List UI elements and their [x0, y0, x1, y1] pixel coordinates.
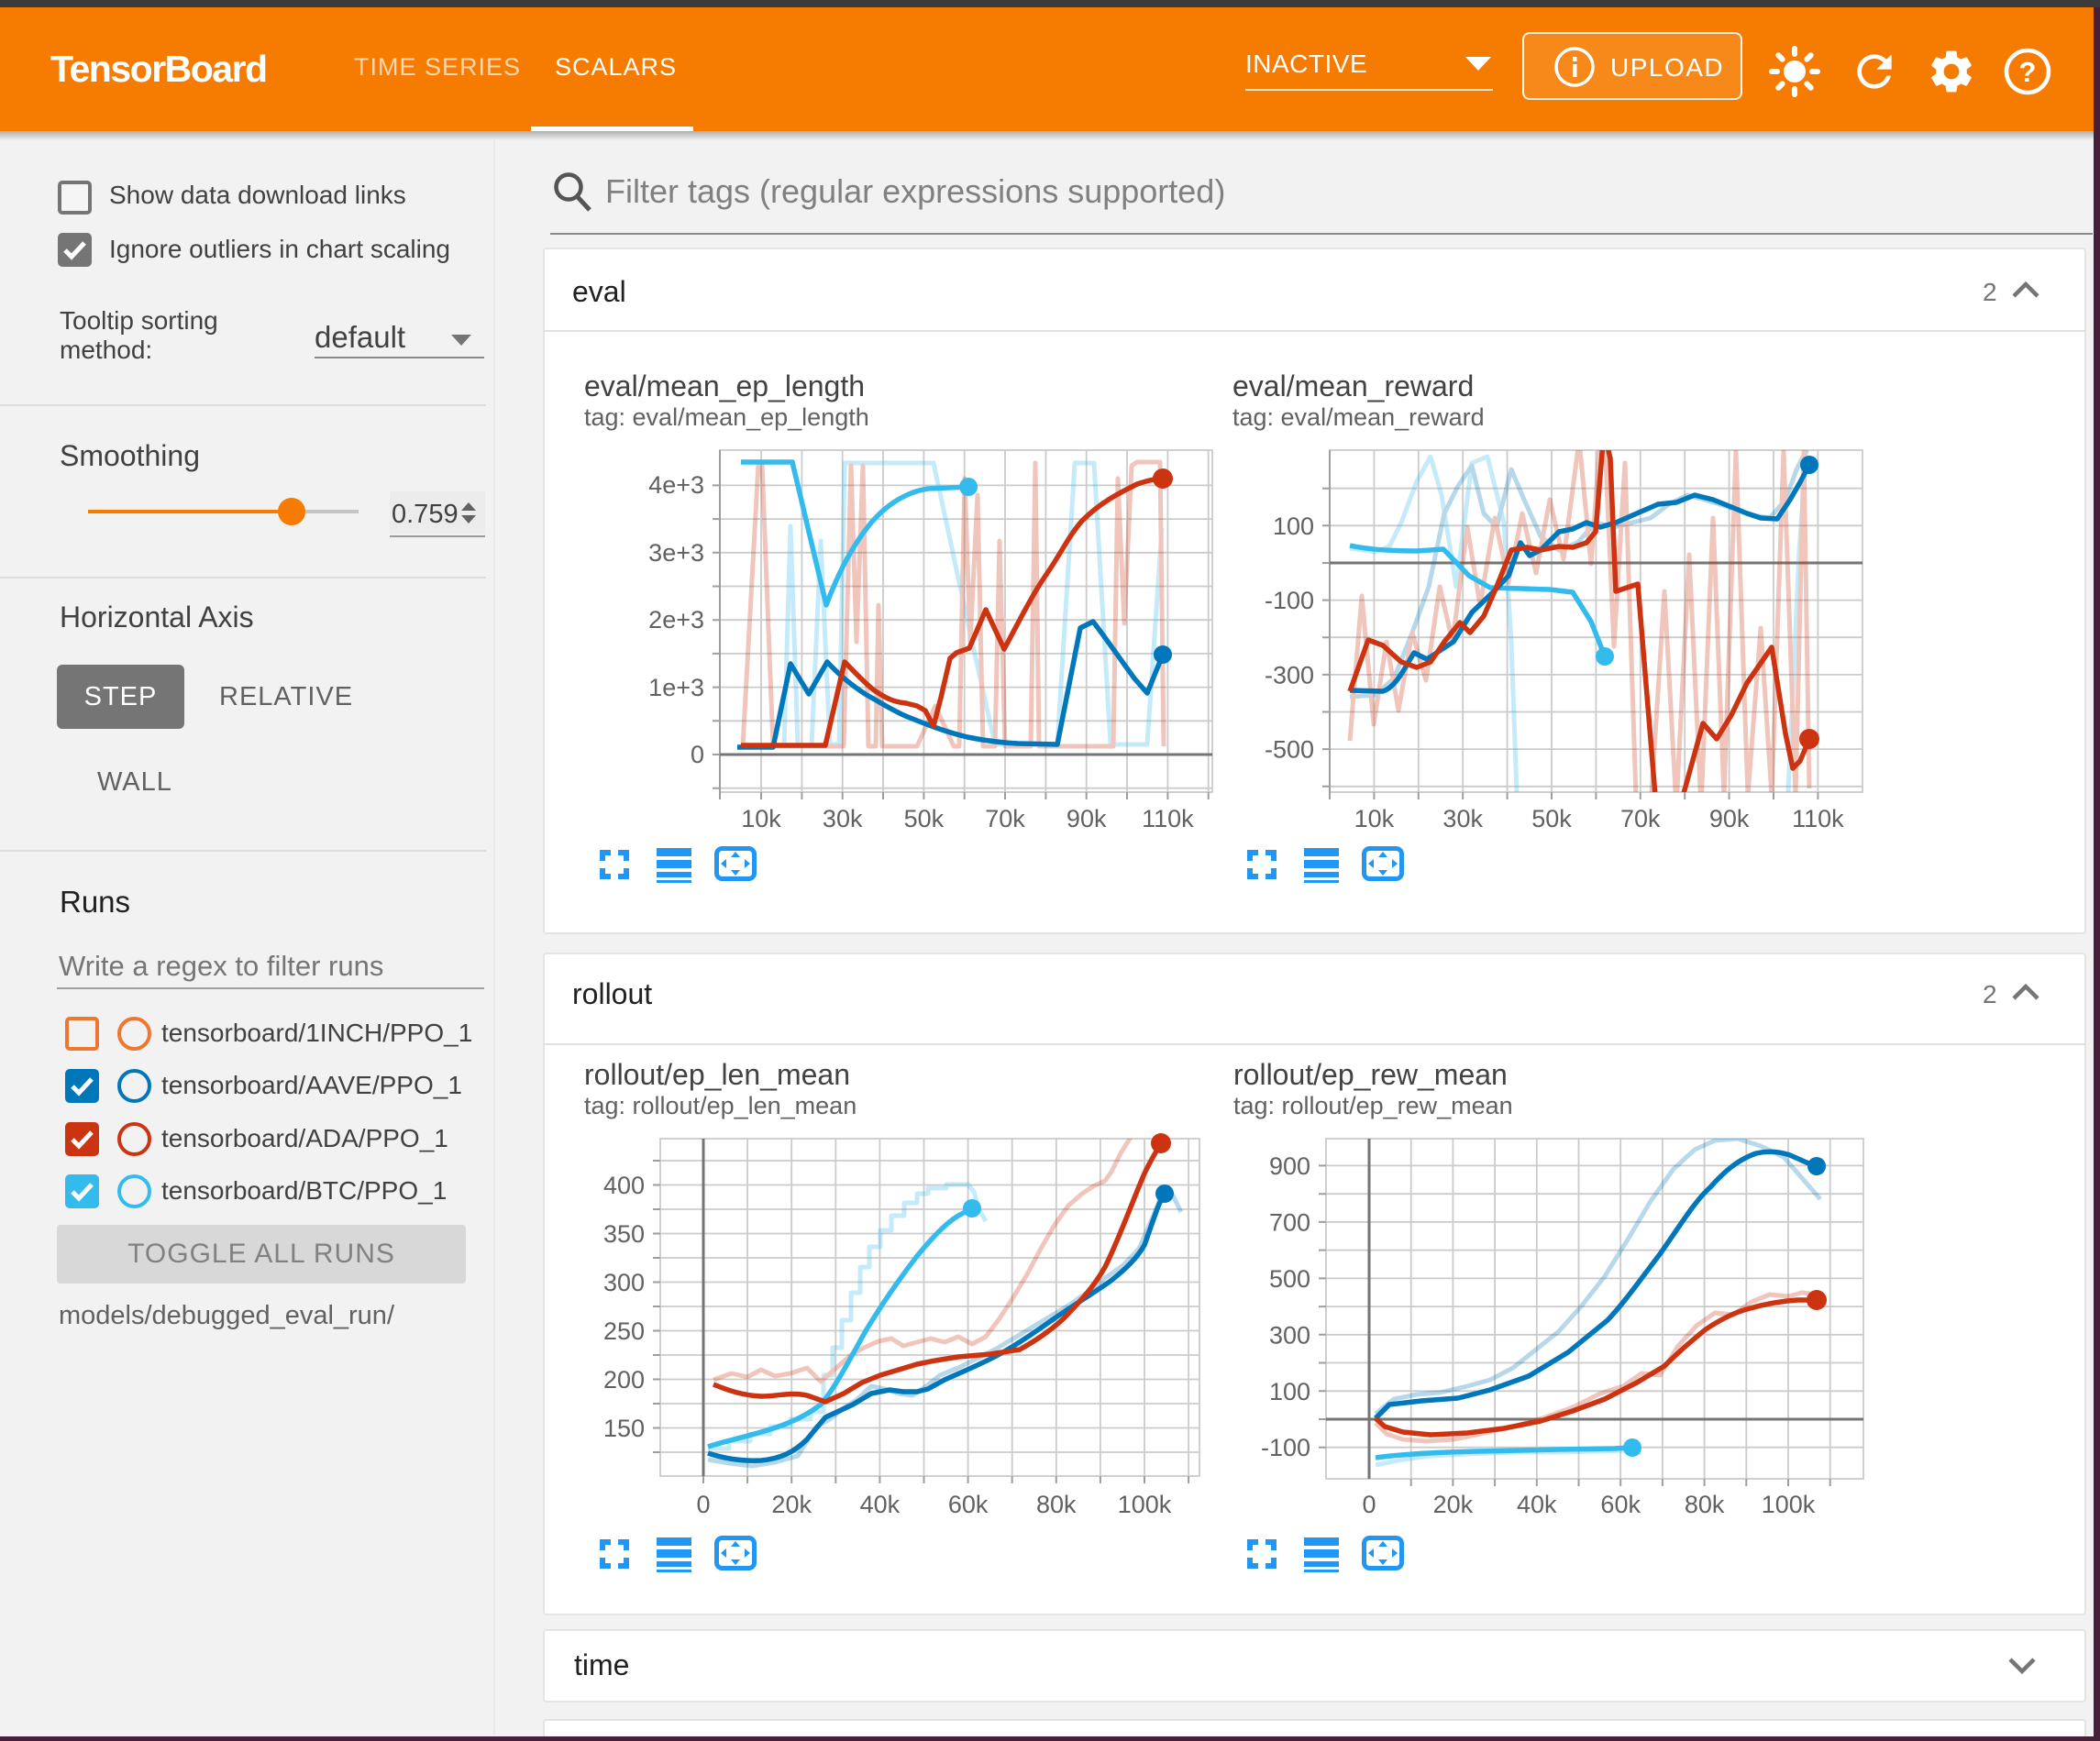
svg-text:40k: 40k: [860, 1491, 901, 1518]
svg-text:-100: -100: [1261, 1434, 1310, 1461]
svg-text:80k: 80k: [1036, 1491, 1077, 1518]
svg-text:70k: 70k: [985, 805, 1025, 832]
svg-text:90k: 90k: [1067, 805, 1107, 832]
svg-text:300: 300: [1269, 1321, 1310, 1349]
svg-text:0: 0: [1362, 1491, 1376, 1518]
svg-text:-300: -300: [1265, 661, 1314, 689]
svg-text:4e+3: 4e+3: [648, 471, 704, 499]
svg-text:rollout/ep_len_mean: rollout/ep_len_mean: [584, 1058, 850, 1091]
svg-text:20k: 20k: [1433, 1491, 1474, 1518]
svg-text:60k: 60k: [1600, 1491, 1641, 1518]
svg-text:2e+3: 2e+3: [648, 606, 704, 634]
svg-text:100: 100: [1273, 512, 1314, 540]
svg-text:?: ?: [2019, 56, 2037, 88]
svg-text:900: 900: [1269, 1152, 1310, 1180]
svg-text:3e+3: 3e+3: [648, 539, 704, 567]
svg-text:20k: 20k: [771, 1491, 812, 1518]
svg-text:rollout/ep_rew_mean: rollout/ep_rew_mean: [1233, 1058, 1508, 1091]
svg-text:30k: 30k: [823, 805, 863, 832]
svg-text:30k: 30k: [1442, 805, 1483, 832]
svg-text:50k: 50k: [1531, 805, 1572, 832]
svg-text:tag: eval/mean_reward: tag: eval/mean_reward: [1232, 403, 1485, 431]
svg-text:110k: 110k: [1792, 805, 1844, 832]
svg-text:50k: 50k: [904, 805, 945, 832]
svg-text:60k: 60k: [948, 1491, 989, 1518]
svg-text:tag: rollout/ep_rew_mean: tag: rollout/ep_rew_mean: [1233, 1092, 1513, 1119]
svg-text:1e+3: 1e+3: [648, 674, 704, 701]
svg-text:tag: rollout/ep_len_mean: tag: rollout/ep_len_mean: [584, 1092, 857, 1119]
svg-text:80k: 80k: [1685, 1491, 1725, 1518]
svg-text:700: 700: [1269, 1208, 1310, 1236]
svg-text:150: 150: [603, 1415, 645, 1442]
svg-text:400: 400: [603, 1172, 645, 1199]
svg-text:100k: 100k: [1118, 1491, 1172, 1518]
svg-text:300: 300: [603, 1269, 645, 1296]
svg-text:110k: 110k: [1142, 805, 1194, 832]
svg-text:-100: -100: [1265, 587, 1314, 614]
svg-text:70k: 70k: [1620, 805, 1661, 832]
svg-text:0: 0: [696, 1491, 710, 1518]
svg-text:eval/mean_reward: eval/mean_reward: [1232, 369, 1474, 402]
svg-text:250: 250: [603, 1317, 645, 1345]
svg-text:10k: 10k: [741, 805, 781, 832]
svg-text:100k: 100k: [1762, 1491, 1816, 1518]
svg-text:500: 500: [1269, 1265, 1310, 1293]
svg-text:90k: 90k: [1709, 805, 1750, 832]
svg-text:eval/mean_ep_length: eval/mean_ep_length: [584, 369, 865, 402]
svg-text:-500: -500: [1265, 736, 1314, 764]
svg-text:100: 100: [1269, 1378, 1310, 1405]
svg-text:40k: 40k: [1517, 1491, 1557, 1518]
svg-text:tag: eval/mean_ep_length: tag: eval/mean_ep_length: [584, 403, 869, 431]
svg-text:200: 200: [603, 1366, 645, 1394]
svg-text:0: 0: [691, 741, 704, 768]
svg-text:350: 350: [603, 1220, 645, 1248]
svg-text:10k: 10k: [1354, 805, 1395, 832]
